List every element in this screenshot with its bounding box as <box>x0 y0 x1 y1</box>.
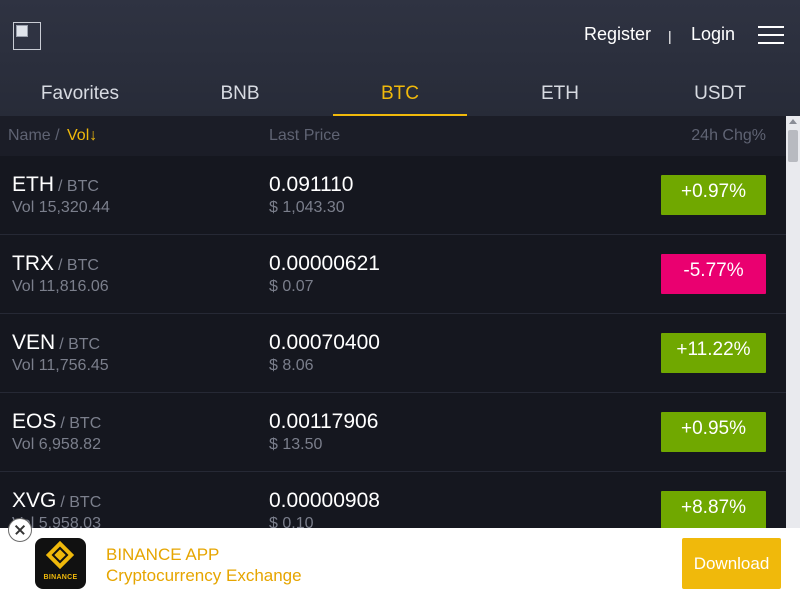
sort-name[interactable]: Name / <box>8 127 60 145</box>
base-symbol: ETH <box>12 173 54 196</box>
column-header: Name / Vol↓ Last Price 24h Chg% <box>0 116 786 156</box>
close-icon[interactable] <box>8 518 32 542</box>
change-badge: +0.95% <box>661 412 766 452</box>
tab-favorites[interactable]: Favorites <box>13 72 147 116</box>
pair-volume: Vol 15,320.44 <box>12 199 110 216</box>
quote-symbol: / BTC <box>59 336 101 353</box>
tab-usdt[interactable]: USDT <box>653 72 787 116</box>
pair-symbol: ETH / BTC <box>12 173 99 197</box>
market-row[interactable]: ETH / BTC Vol 15,320.44 0.091110 $ 1,043.… <box>0 156 786 235</box>
app-download-banner: BINANCE BINANCE APP Cryptocurrency Excha… <box>0 518 800 600</box>
binance-app-icon: BINANCE <box>35 538 86 589</box>
scroll-up-arrow-icon[interactable] <box>789 119 797 124</box>
nav-separator: | <box>668 28 672 44</box>
scrollbar-thumb[interactable] <box>788 130 798 162</box>
quote-symbol: / BTC <box>60 415 102 432</box>
tab-bnb[interactable]: BNB <box>173 72 307 116</box>
pair-volume: Vol 11,756.45 <box>12 357 109 374</box>
market-list: ETH / BTC Vol 15,320.44 0.091110 $ 1,043.… <box>0 156 786 551</box>
pair-volume: Vol 6,958.82 <box>12 436 101 453</box>
register-link[interactable]: Register <box>584 24 651 45</box>
column-24h-change[interactable]: 24h Chg% <box>691 127 766 145</box>
banner-subtitle: Cryptocurrency Exchange <box>106 566 302 585</box>
market-row[interactable]: TRX / BTC Vol 11,816.06 0.00000621 $ 0.07… <box>0 235 786 314</box>
quote-symbol: / BTC <box>58 178 99 195</box>
hamburger-menu-icon[interactable] <box>758 25 784 45</box>
market-row[interactable]: VEN / BTC Vol 11,756.45 0.00070400 $ 8.06… <box>0 314 786 393</box>
last-price: 0.00117906 <box>269 410 379 433</box>
usd-price: $ 13.50 <box>269 436 323 453</box>
download-button[interactable]: Download <box>682 538 781 589</box>
pair-symbol: VEN / BTC <box>12 331 100 355</box>
base-symbol: TRX <box>12 252 54 275</box>
change-badge: -5.77% <box>661 254 766 294</box>
market-row[interactable]: EOS / BTC Vol 6,958.82 0.00117906 $ 13.50… <box>0 393 786 472</box>
last-price: 0.00070400 <box>269 331 380 354</box>
base-symbol: EOS <box>12 410 57 433</box>
logo-image[interactable] <box>13 22 41 50</box>
sort-volume[interactable]: Vol↓ <box>67 127 97 145</box>
usd-price: $ 1,043.30 <box>269 199 345 216</box>
base-symbol: XVG <box>12 489 57 512</box>
pair-symbol: TRX / BTC <box>12 252 99 276</box>
binance-logo-icon <box>45 540 75 570</box>
market-tabs: Favorites BNB BTC ETH USDT <box>0 72 800 116</box>
usd-price: $ 8.06 <box>269 357 314 374</box>
last-price: 0.00000908 <box>269 489 380 512</box>
change-badge: +0.97% <box>661 175 766 215</box>
banner-title: BINANCE APP <box>106 545 220 564</box>
login-link[interactable]: Login <box>691 24 735 45</box>
last-price: 0.091110 <box>269 173 354 196</box>
app-icon-word: BINANCE <box>43 574 78 581</box>
change-badge: +8.87% <box>661 491 766 531</box>
header: Register | Login Favorites BNB BTC ETH U… <box>0 0 800 116</box>
change-badge: +11.22% <box>661 333 766 373</box>
quote-symbol: / BTC <box>60 494 102 511</box>
column-last-price[interactable]: Last Price <box>269 127 340 145</box>
last-price: 0.00000621 <box>269 252 380 275</box>
pair-symbol: EOS / BTC <box>12 410 101 434</box>
pair-volume: Vol 11,816.06 <box>12 278 109 295</box>
broken-image-icon <box>16 25 28 37</box>
tab-eth[interactable]: ETH <box>493 72 627 116</box>
pair-symbol: XVG / BTC <box>12 489 101 513</box>
tab-btc[interactable]: BTC <box>333 72 467 116</box>
scrollbar[interactable] <box>786 116 800 528</box>
base-symbol: VEN <box>12 331 56 354</box>
usd-price: $ 0.07 <box>269 278 314 295</box>
quote-symbol: / BTC <box>58 257 99 274</box>
